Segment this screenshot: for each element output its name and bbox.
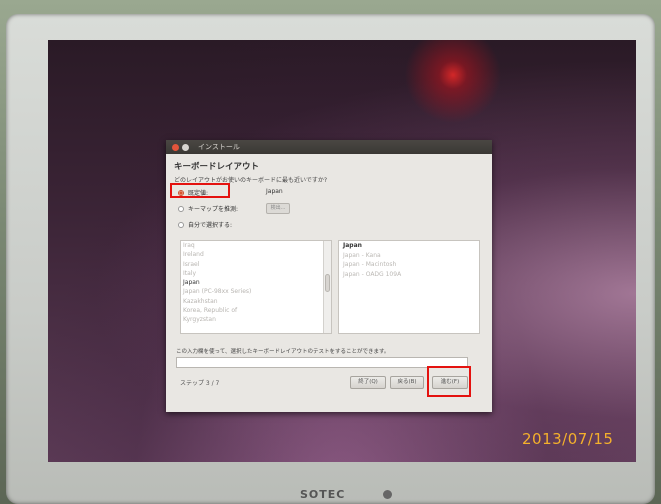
list-item[interactable]: Korea, Republic of	[181, 306, 331, 315]
highlight-box-default	[170, 183, 230, 198]
radio-detect-label: キーマップを推測:	[188, 206, 239, 213]
test-field-label: この入力欄を使って、選択したキーボードレイアウトのテストをすることができます。	[176, 349, 390, 355]
list-item[interactable]: Ireland	[181, 250, 331, 259]
installer-window: インストール キーボードレイアウト どのレイアウトがお使いのキーボードに最も近い…	[166, 140, 492, 412]
list-item[interactable]: Israel	[181, 260, 331, 269]
list-item[interactable]: Italy	[181, 269, 331, 278]
radio-choose[interactable]: 自分で選択する:	[178, 220, 232, 229]
radio-off-icon[interactable]	[178, 205, 184, 212]
radio-off-icon[interactable]	[178, 221, 184, 228]
list-item[interactable]: Japan - Macintosh	[339, 260, 479, 270]
radio-choose-label: 自分で選択する:	[188, 222, 233, 229]
radio-detect[interactable]: キーマップを推測: 検出...	[178, 203, 290, 214]
installer-content: キーボードレイアウト どのレイアウトがお使いのキーボードに最も近いですか? 既定…	[166, 154, 492, 412]
country-list-scrollbar[interactable]	[323, 241, 331, 333]
keyboard-test-input[interactable]	[176, 357, 468, 368]
list-item[interactable]: Iraq	[181, 241, 331, 250]
list-item[interactable]: Kyrgyzstan	[181, 315, 331, 324]
list-item[interactable]: Japan (PC-98xx Series)	[181, 287, 331, 296]
scrollbar-thumb[interactable]	[325, 274, 330, 292]
date-stamp: 2013/07/15	[522, 430, 614, 448]
default-layout-value: Japan	[266, 188, 283, 195]
minimize-icon[interactable]	[182, 143, 189, 151]
list-item[interactable]: Kazakhstan	[181, 297, 331, 306]
variant-list[interactable]: Japan Japan - Kana Japan - Macintosh Jap…	[338, 240, 480, 334]
highlight-box-next	[427, 366, 471, 397]
window-title: インストール	[198, 143, 240, 151]
page-title: キーボードレイアウト	[174, 162, 260, 172]
power-led-icon	[383, 490, 392, 499]
list-item[interactable]: Japan - OADG 109A	[339, 270, 479, 280]
close-icon[interactable]	[172, 143, 179, 151]
country-list[interactable]: Iraq Ireland Israel Italy Japan Japan (P…	[180, 240, 332, 334]
list-item-selected[interactable]: Japan	[181, 278, 331, 287]
detect-button[interactable]: 検出...	[266, 203, 290, 214]
step-indicator: ステップ 3 / 7	[180, 380, 220, 387]
monitor-brand-logo: SOTEC	[300, 488, 346, 501]
list-item[interactable]: Japan - Kana	[339, 251, 479, 261]
back-button[interactable]: 戻る(B)	[390, 376, 424, 389]
title-bar: インストール	[166, 140, 492, 154]
list-item-selected[interactable]: Japan	[339, 241, 479, 251]
quit-button[interactable]: 終了(Q)	[350, 376, 386, 389]
